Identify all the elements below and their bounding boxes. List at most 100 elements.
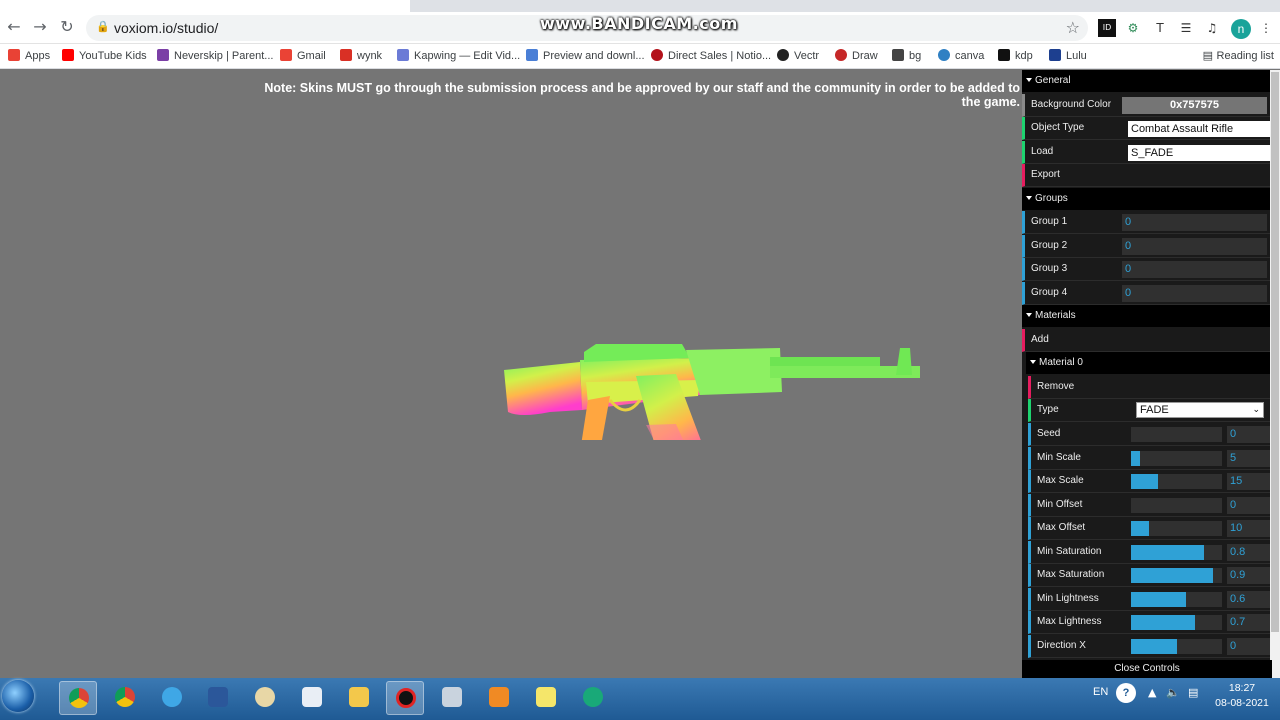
taskbar-calculator-app[interactable] — [433, 681, 471, 715]
bookmark-kdp[interactable]: kdp — [998, 49, 1033, 65]
group-2-input[interactable]: 0 — [1122, 238, 1267, 255]
bookmark-canva[interactable]: canva — [938, 49, 984, 65]
media-control-icon[interactable]: ♫ — [1203, 19, 1221, 37]
extension-icon[interactable]: ID — [1098, 19, 1116, 37]
slider-track[interactable] — [1131, 497, 1222, 513]
folder-material-0[interactable]: Material 0 — [1026, 352, 1270, 375]
slider-value-input[interactable]: 0.6 — [1227, 590, 1273, 608]
document-icon — [302, 687, 322, 707]
slider-value-input[interactable]: 5 — [1227, 449, 1273, 467]
taskbar-bandicam-app[interactable] — [386, 681, 424, 715]
bookmark-neverskip[interactable]: Neverskip | Parent... — [157, 49, 273, 65]
group-1-input[interactable]: 0 — [1122, 214, 1267, 231]
sticky-notes-icon — [536, 687, 556, 707]
background-color-swatch[interactable]: 0x757575 — [1122, 97, 1267, 114]
panel-scrollbar[interactable] — [1270, 70, 1280, 678]
slider-track[interactable] — [1131, 568, 1222, 583]
menu-kebab-icon[interactable]: ⋮ — [1257, 19, 1275, 37]
group-3-input[interactable]: 0 — [1122, 261, 1267, 278]
bookmark-kapwing[interactable]: Kapwing — Edit Vid... — [397, 49, 520, 65]
taskbar-folder-app[interactable] — [340, 681, 378, 715]
taskbar-chrome-app[interactable] — [59, 681, 97, 715]
studio-viewport[interactable]: Note: Skins MUST go through the submissi… — [0, 70, 1022, 678]
bookmark-label: bg — [909, 50, 922, 62]
type-select[interactable]: FADE ⌄ — [1136, 402, 1264, 418]
rifle-model[interactable] — [500, 300, 920, 440]
close-controls-button[interactable]: Close Controls — [1022, 660, 1272, 678]
taskbar-word-app[interactable] — [199, 681, 237, 715]
slider-row-max-offset: Max Offset 10 — [1028, 517, 1273, 540]
slider-value-input[interactable]: 0 — [1227, 637, 1273, 655]
scrollbar-thumb[interactable] — [1271, 72, 1279, 632]
bookmark-lulu[interactable]: Lulu — [1049, 49, 1087, 65]
slider-track[interactable] — [1131, 474, 1222, 489]
taskbar-notes-app[interactable] — [527, 681, 565, 715]
add-material-button[interactable]: Add — [1022, 329, 1270, 352]
folder-general[interactable]: General — [1022, 70, 1270, 93]
slider-value-input[interactable]: 15 — [1227, 473, 1273, 490]
bookmark-draw[interactable]: Draw — [835, 49, 878, 65]
bookmark-youtube-kids[interactable]: YouTube Kids — [62, 49, 147, 65]
bookmark-wynk[interactable]: wynk — [340, 49, 382, 65]
windows-taskbar — [0, 678, 1280, 720]
url-text[interactable]: voxiom.io/studio/ — [114, 20, 218, 36]
windows-start-icon[interactable] — [2, 680, 34, 712]
slider-track[interactable] — [1131, 591, 1222, 607]
canva-icon — [938, 49, 950, 61]
slider-value-input[interactable]: 0 — [1227, 426, 1273, 443]
folder-icon — [349, 687, 369, 707]
help-icon[interactable]: ? — [1116, 683, 1136, 703]
slider-value-input[interactable]: 0 — [1227, 496, 1273, 514]
bookmark-gmail[interactable]: Gmail — [280, 49, 326, 65]
network-icon[interactable]: ▤ — [1188, 686, 1198, 699]
taskbar-media-app[interactable] — [480, 681, 518, 715]
taskbar-app[interactable] — [574, 681, 612, 715]
show-hidden-icons-icon[interactable]: ▲ — [1148, 686, 1156, 699]
export-button[interactable]: Export — [1022, 164, 1270, 187]
back-icon[interactable]: ← — [4, 17, 24, 37]
taskbar-explorer-app[interactable] — [153, 681, 191, 715]
bookmark-star-icon[interactable]: ☆ — [1066, 18, 1080, 37]
slider-label: Min Scale — [1037, 451, 1081, 463]
system-clock[interactable]: 18:27 08-08-2021 — [1210, 681, 1274, 711]
slider-value-input[interactable]: 10 — [1227, 520, 1273, 537]
forward-icon[interactable]: → — [30, 17, 50, 37]
remove-material-button[interactable]: Remove — [1028, 376, 1270, 399]
bookmark-preview[interactable]: Preview and downl... — [526, 49, 645, 65]
slider-track[interactable] — [1131, 427, 1222, 442]
slider-value-input[interactable]: 0.8 — [1227, 543, 1273, 561]
bookmark-direct-sales[interactable]: Direct Sales | Notio... — [651, 49, 771, 65]
extension-icon[interactable]: ⚙ — [1124, 19, 1142, 37]
bookmark-vectr[interactable]: Vectr — [777, 49, 819, 65]
active-tab[interactable] — [0, 0, 410, 12]
volume-icon[interactable]: 🔈 — [1166, 686, 1180, 699]
slider-track[interactable] — [1131, 521, 1222, 536]
slider-value-input[interactable]: 0.9 — [1227, 567, 1273, 584]
object-type-field[interactable] — [1128, 121, 1273, 137]
preview-icon — [526, 49, 538, 61]
taskbar-publisher-app[interactable] — [293, 681, 331, 715]
slider-row-seed: Seed 0 — [1028, 423, 1273, 446]
profile-avatar[interactable]: n — [1231, 19, 1251, 39]
extension-t-icon[interactable]: T — [1151, 19, 1169, 37]
bookmark-bg[interactable]: bg — [892, 49, 921, 65]
folder-groups[interactable]: Groups — [1022, 188, 1270, 211]
language-indicator[interactable]: EN — [1093, 686, 1108, 698]
reload-icon[interactable]: ↻ — [57, 17, 77, 37]
internet-explorer-icon — [162, 687, 182, 707]
bookmark-apps[interactable]: Apps — [8, 49, 50, 65]
reading-list[interactable]: ▤ Reading list — [1203, 49, 1274, 62]
taskbar-paint-app[interactable] — [246, 681, 284, 715]
slider-track[interactable] — [1131, 638, 1222, 654]
group-4-input[interactable]: 0 — [1122, 285, 1267, 302]
extensions-puzzle-icon[interactable]: ☰ — [1177, 19, 1195, 37]
slider-value-input[interactable]: 0.7 — [1227, 614, 1273, 631]
folder-materials[interactable]: Materials — [1022, 305, 1270, 328]
chrome-icon — [115, 687, 135, 707]
slider-track[interactable] — [1131, 615, 1222, 630]
slider-fill — [1131, 591, 1186, 607]
load-field[interactable] — [1128, 145, 1273, 161]
taskbar-chrome-app-2[interactable] — [106, 681, 144, 715]
slider-track[interactable] — [1131, 450, 1222, 466]
slider-track[interactable] — [1131, 544, 1222, 560]
